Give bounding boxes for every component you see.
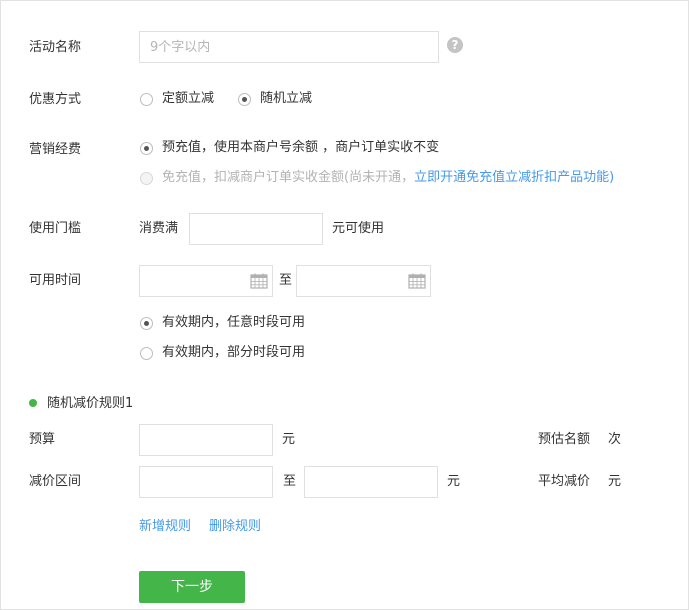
help-icon[interactable]: ? (447, 37, 463, 53)
date-separator: 至 (279, 273, 293, 288)
marketing-cost-label: 营销经费 (29, 142, 82, 157)
radio-any-time[interactable] (140, 317, 153, 330)
estimate-label: 预估名额 (538, 432, 591, 447)
range-label: 减价区间 (29, 474, 82, 489)
budget-field[interactable] (139, 424, 273, 456)
no-prepaid-suffix: ) (609, 170, 615, 185)
budget-label: 预算 (29, 432, 56, 447)
threshold-field[interactable] (189, 213, 323, 245)
threshold-prefix: 消费满 (139, 221, 179, 236)
range-separator: 至 (283, 474, 297, 489)
range-max-input[interactable] (305, 467, 437, 497)
threshold-suffix: 元可使用 (332, 221, 385, 236)
radio-prepaid[interactable] (140, 142, 153, 155)
estimate-unit: 次 (608, 432, 622, 447)
activate-no-prepaid-link[interactable]: 立即开通免充值立减折扣产品功能 (414, 170, 609, 185)
budget-unit: 元 (282, 432, 296, 447)
activity-name-label: 活动名称 (29, 40, 82, 55)
threshold-label: 使用门槛 (29, 221, 82, 236)
radio-partial-time-label[interactable]: 有效期内，部分时段可用 (162, 343, 305, 363)
activity-name-field[interactable] (139, 31, 439, 63)
calendar-icon[interactable] (250, 273, 268, 289)
range-max-field[interactable] (304, 466, 438, 498)
radio-no-prepaid-text: 免充值，扣减商户订单实收金额(尚未开通，立即开通免充值立减折扣产品功能) (162, 168, 614, 188)
radio-any-time-label[interactable]: 有效期内，任意时段可用 (162, 313, 305, 333)
calendar-icon[interactable] (408, 273, 426, 289)
radio-fixed-discount-label[interactable]: 定额立减 (162, 89, 214, 109)
next-step-button[interactable]: 下一步 (139, 571, 245, 603)
rule-title: 随机减价规则1 (47, 396, 134, 411)
add-rule-link[interactable]: 新增规则 (139, 517, 191, 537)
radio-no-prepaid (140, 172, 153, 185)
threshold-input[interactable] (190, 214, 322, 244)
range-unit: 元 (447, 474, 461, 489)
delete-rule-link[interactable]: 删除规则 (209, 517, 261, 537)
budget-input[interactable] (140, 425, 272, 455)
radio-random-discount-label[interactable]: 随机立减 (260, 89, 312, 109)
discount-type-label: 优惠方式 (29, 92, 82, 107)
radio-partial-time[interactable] (140, 347, 153, 360)
radio-fixed-discount[interactable] (140, 93, 153, 106)
average-unit: 元 (608, 474, 622, 489)
radio-random-discount[interactable] (238, 93, 251, 106)
time-label: 可用时间 (29, 273, 82, 288)
bullet-dot-icon (29, 399, 37, 407)
average-label: 平均减价 (538, 474, 591, 489)
range-min-input[interactable] (140, 467, 272, 497)
activity-name-input[interactable] (140, 32, 438, 62)
range-min-field[interactable] (139, 466, 273, 498)
radio-prepaid-label[interactable]: 预充值，使用本商户号余额 ，商户订单实收不变 (162, 138, 439, 158)
no-prepaid-description: 免充值，扣减商户订单实收金额(尚未开通， (162, 170, 415, 185)
form-container: 活动名称 ? 优惠方式 定额立减 随机立减 营销经费 预充值，使用本商户号余额 … (0, 0, 689, 610)
